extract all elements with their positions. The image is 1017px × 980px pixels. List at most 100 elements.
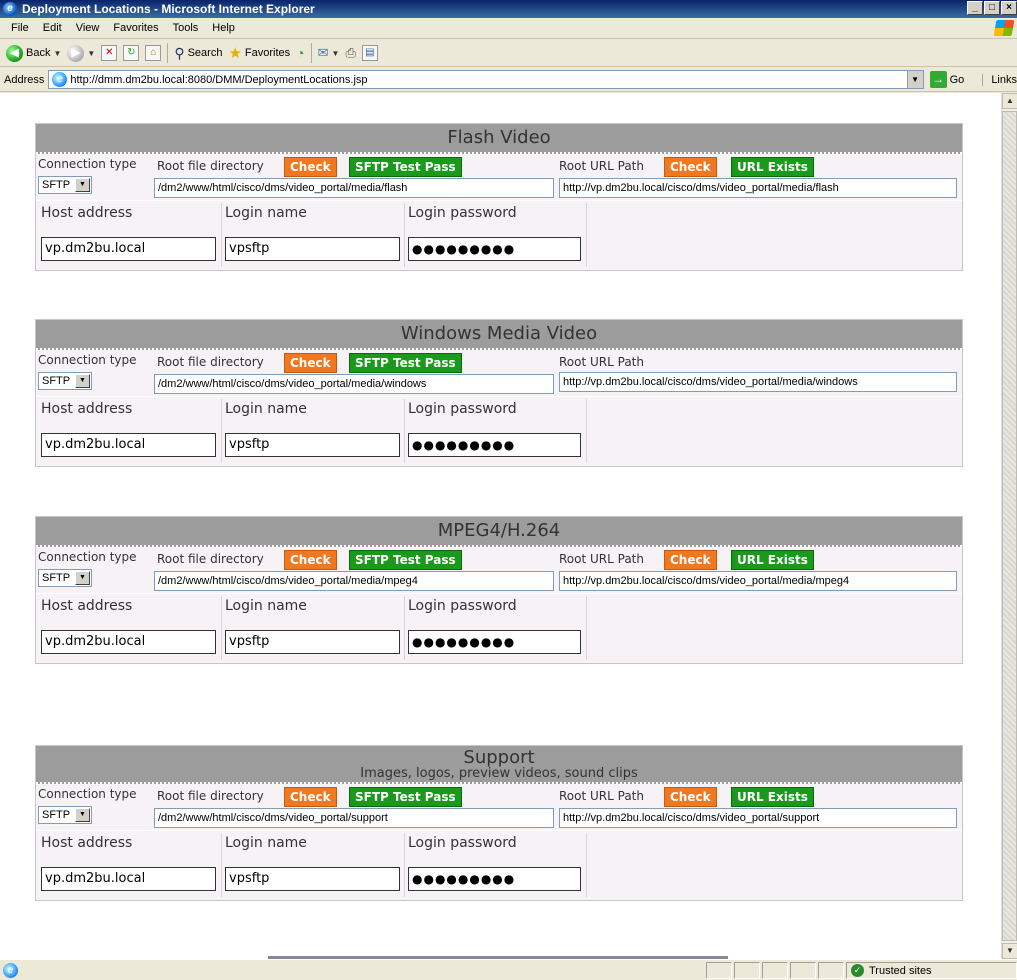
- chevron-down-icon[interactable]: ▼: [75, 808, 90, 822]
- chevron-down-icon[interactable]: ▼: [75, 571, 90, 585]
- host-address-label: Host address: [41, 205, 133, 221]
- login-password-input[interactable]: ●●●●●●●●●: [408, 630, 581, 654]
- login-password-input[interactable]: ●●●●●●●●●: [408, 867, 581, 891]
- sftp-test-pass-badge: SFTP Test Pass: [349, 157, 462, 177]
- url-exists-badge: URL Exists: [731, 787, 814, 807]
- check-directory-button[interactable]: Check: [284, 787, 337, 807]
- root-url-path-input[interactable]: http://vp.dm2bu.local/cisco/dms/video_po…: [559, 808, 957, 828]
- column-divider: [221, 399, 222, 463]
- mail-icon: ✉: [317, 45, 329, 60]
- favorites-label: Favorites: [244, 47, 291, 59]
- minimize-button[interactable]: _: [967, 1, 983, 15]
- search-icon: ⚲: [174, 44, 185, 61]
- address-dropdown-icon[interactable]: ▼: [906, 71, 923, 88]
- check-url-button[interactable]: Check: [664, 550, 717, 570]
- login-password-input[interactable]: ●●●●●●●●●: [408, 237, 581, 261]
- menu-help[interactable]: Help: [205, 22, 242, 34]
- menu-favorites[interactable]: Favorites: [106, 22, 165, 34]
- search-button[interactable]: ⚲ Search: [174, 45, 222, 62]
- go-button[interactable]: → Go: [929, 71, 964, 88]
- url-exists-badge: URL Exists: [731, 157, 814, 177]
- login-name-input[interactable]: vpsftp: [225, 630, 400, 654]
- connection-type-select[interactable]: SFTP ▼: [38, 176, 92, 194]
- connection-type-select[interactable]: SFTP ▼: [38, 806, 92, 824]
- links-button[interactable]: Links: [982, 73, 1017, 86]
- scrollbar-thumb[interactable]: [1002, 111, 1017, 941]
- connection-type-label: Connection type: [38, 157, 137, 171]
- close-button[interactable]: ×: [1001, 1, 1017, 15]
- column-divider: [221, 596, 222, 660]
- history-icon[interactable]: ◔: [296, 45, 304, 61]
- connection-type-select[interactable]: SFTP ▼: [38, 372, 92, 390]
- connection-type-value: SFTP: [42, 375, 71, 387]
- menu-tools[interactable]: Tools: [166, 22, 206, 34]
- host-address-input[interactable]: vp.dm2bu.local: [41, 867, 216, 891]
- back-button[interactable]: ◀ Back ▼: [6, 44, 61, 62]
- login-name-input[interactable]: vpsftp: [225, 867, 400, 891]
- stop-icon[interactable]: ✕: [101, 45, 118, 61]
- menu-edit[interactable]: Edit: [36, 22, 69, 34]
- mail-button[interactable]: ✉ ▼: [318, 45, 340, 61]
- login-password-label: Login password: [408, 835, 517, 851]
- section-title: MPEG4/H.264: [437, 520, 561, 541]
- check-url-button[interactable]: Check: [664, 157, 717, 177]
- forward-button[interactable]: ▶ ▼: [67, 44, 95, 62]
- address-label: Address: [4, 73, 45, 86]
- root-file-directory-input[interactable]: /dm2/www/html/cisco/dms/video_portal/med…: [154, 178, 554, 198]
- connection-type-value: SFTP: [42, 179, 71, 191]
- refresh-icon[interactable]: ↻: [123, 45, 140, 61]
- section-subtitle: Images, logos, preview videos, sound cli…: [360, 766, 638, 781]
- root-url-path-label: Root URL Path: [559, 355, 644, 369]
- maximize-button[interactable]: □: [984, 1, 1000, 15]
- chevron-down-icon[interactable]: ▼: [75, 374, 90, 388]
- root-file-directory-input[interactable]: /dm2/www/html/cisco/dms/video_portal/med…: [154, 374, 554, 394]
- page-status-icon: e: [3, 962, 18, 978]
- connection-type-label: Connection type: [38, 353, 137, 367]
- section-mpeg4-h264: MPEG4/H.264 Connection type SFTP ▼ Root …: [35, 516, 963, 664]
- scroll-up-icon[interactable]: ▲: [1002, 93, 1017, 109]
- check-directory-button[interactable]: Check: [284, 550, 337, 570]
- menu-view[interactable]: View: [69, 22, 107, 34]
- host-address-label: Host address: [41, 401, 133, 417]
- connection-type-label: Connection type: [38, 787, 137, 801]
- address-url[interactable]: http://dmm.dm2bu.local:8080/DMM/Deployme…: [70, 74, 367, 86]
- scroll-down-icon[interactable]: ▼: [1002, 943, 1017, 959]
- home-icon[interactable]: ⌂: [145, 45, 162, 61]
- windows-logo-icon: [993, 20, 1015, 36]
- url-exists-badge: URL Exists: [731, 550, 814, 570]
- host-address-input[interactable]: vp.dm2bu.local: [41, 630, 216, 654]
- edit-icon[interactable]: ▤: [361, 45, 378, 61]
- print-icon[interactable]: ⎙: [345, 45, 355, 61]
- login-password-input[interactable]: ●●●●●●●●●: [408, 433, 581, 457]
- check-directory-button[interactable]: Check: [284, 353, 337, 373]
- security-zone[interactable]: ✓ Trusted sites: [846, 962, 1017, 979]
- section-title: Flash Video: [447, 127, 551, 148]
- vertical-scrollbar[interactable]: ▲ ▼: [1001, 93, 1017, 959]
- check-directory-button[interactable]: Check: [284, 157, 337, 177]
- section-flash-video: Flash Video Connection type SFTP ▼ Root …: [35, 123, 963, 271]
- section-header: Flash Video: [36, 124, 962, 154]
- menu-file[interactable]: File: [4, 22, 36, 34]
- root-file-directory-input[interactable]: /dm2/www/html/cisco/dms/video_portal/med…: [154, 571, 554, 591]
- root-file-directory-input[interactable]: /dm2/www/html/cisco/dms/video_portal/sup…: [154, 808, 554, 828]
- connection-type-select[interactable]: SFTP ▼: [38, 569, 92, 587]
- search-label: Search: [187, 47, 223, 59]
- favorites-button[interactable]: ★ Favorites: [228, 44, 290, 62]
- back-label: Back: [26, 47, 51, 59]
- check-url-button[interactable]: Check: [664, 787, 717, 807]
- root-url-path-input[interactable]: http://vp.dm2bu.local/cisco/dms/video_po…: [559, 178, 957, 198]
- toolbar-separator: [167, 43, 169, 63]
- section-support: Support Images, logos, preview videos, s…: [35, 745, 963, 901]
- status-bar: e ✓ Trusted sites: [0, 959, 1017, 980]
- host-address-input[interactable]: vp.dm2bu.local: [41, 237, 216, 261]
- column-divider: [221, 833, 222, 897]
- address-input[interactable]: e http://dmm.dm2bu.local:8080/DMM/Deploy…: [48, 70, 924, 89]
- host-address-label: Host address: [41, 598, 133, 614]
- ie-logo-icon: e: [3, 2, 17, 16]
- root-url-path-input[interactable]: http://vp.dm2bu.local/cisco/dms/video_po…: [559, 372, 957, 392]
- login-name-input[interactable]: vpsftp: [225, 433, 400, 457]
- root-url-path-input[interactable]: http://vp.dm2bu.local/cisco/dms/video_po…: [559, 571, 957, 591]
- host-address-input[interactable]: vp.dm2bu.local: [41, 433, 216, 457]
- chevron-down-icon[interactable]: ▼: [75, 178, 90, 192]
- login-name-input[interactable]: vpsftp: [225, 237, 400, 261]
